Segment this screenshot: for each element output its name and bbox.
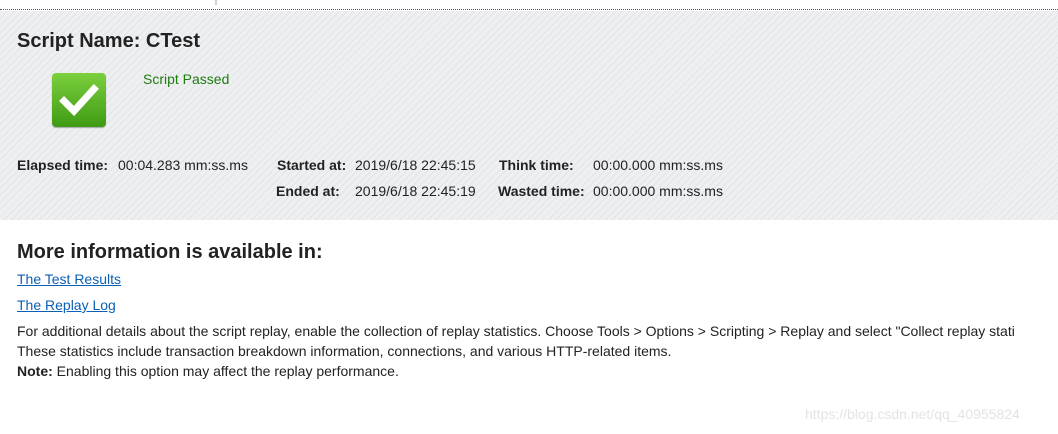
elapsed-time-value: 00:04.283 mm:ss.ms <box>118 157 248 173</box>
note-line: Note: Enabling this option may affect th… <box>17 363 399 379</box>
replay-log-link[interactable]: The Replay Log <box>17 297 116 313</box>
think-time-value: 00:00.000 mm:ss.ms <box>593 157 723 173</box>
note-label: Note: <box>17 363 53 379</box>
tab-separator <box>215 0 217 5</box>
dotted-divider <box>0 9 1058 10</box>
ended-at-label: Ended at: <box>276 183 340 199</box>
summary-panel: Script Name: CTest Script Passed Elapsed… <box>0 11 1058 220</box>
test-results-link[interactable]: The Test Results <box>17 271 121 287</box>
check-icon <box>52 73 106 127</box>
wasted-time-label: Wasted time: <box>498 183 585 199</box>
top-strip <box>0 0 1058 8</box>
status-text: Script Passed <box>143 71 230 87</box>
watermark: https://blog.csdn.net/qq_40955824 <box>805 406 1020 422</box>
statistics-info: These statistics include transaction bre… <box>17 343 672 359</box>
think-time-label: Think time: <box>499 157 574 173</box>
started-at-label: Started at: <box>277 157 347 173</box>
elapsed-time-label: Elapsed time: <box>17 157 109 173</box>
more-info-heading: More information is available in: <box>17 241 323 263</box>
started-at-value: 2019/6/18 22:45:15 <box>355 157 476 173</box>
replay-stats-info: For additional details about the script … <box>17 323 1015 339</box>
wasted-time-value: 00:00.000 mm:ss.ms <box>593 183 723 199</box>
script-name-title: Script Name: CTest <box>17 30 201 52</box>
note-text: Enabling this option may affect the repl… <box>52 363 399 379</box>
ended-at-value: 2019/6/18 22:45:19 <box>355 183 476 199</box>
